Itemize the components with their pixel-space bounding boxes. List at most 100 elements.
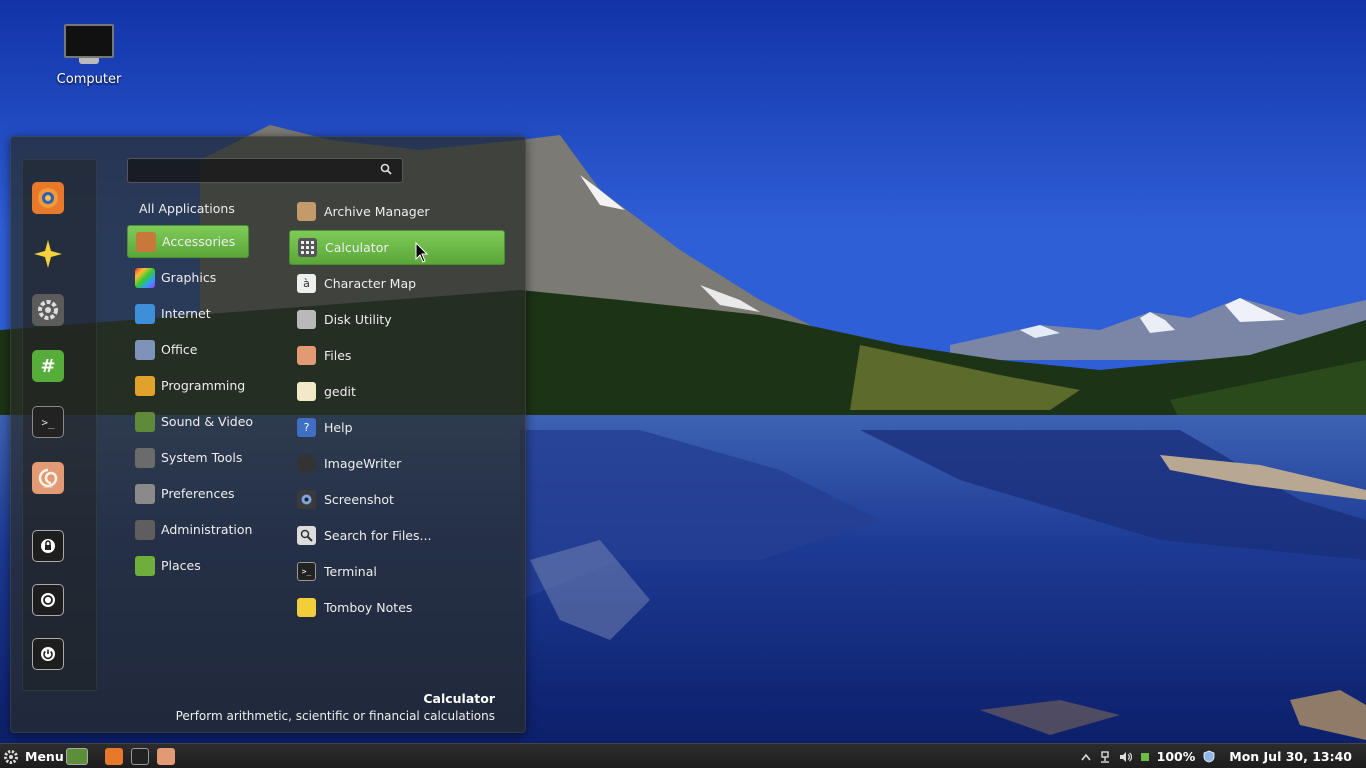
app-tomboy-notes[interactable]: Tomboy Notes bbox=[289, 590, 505, 625]
category-internet[interactable]: Internet bbox=[127, 297, 249, 330]
archive-icon bbox=[297, 202, 316, 221]
app-archive-manager[interactable]: Archive Manager bbox=[289, 194, 505, 229]
category-label: All Applications bbox=[139, 201, 235, 216]
category-graphics[interactable]: Graphics bbox=[127, 261, 249, 294]
app-files[interactable]: Files bbox=[289, 338, 505, 373]
hexchat-icon[interactable]: # bbox=[32, 350, 64, 382]
accessories-icon bbox=[136, 231, 156, 252]
logout-icon[interactable] bbox=[32, 584, 64, 616]
shield-icon[interactable] bbox=[1203, 750, 1215, 763]
firefox-icon[interactable] bbox=[105, 748, 123, 765]
graphics-icon bbox=[135, 267, 155, 288]
disk-utility-icon bbox=[297, 310, 316, 329]
menu-button[interactable]: Menu bbox=[3, 747, 64, 766]
chevron-up-icon[interactable] bbox=[1081, 753, 1091, 761]
category-places[interactable]: Places bbox=[127, 549, 249, 582]
office-icon bbox=[135, 339, 155, 360]
favorites-separator bbox=[43, 487, 53, 488]
imagewriter-icon bbox=[297, 454, 316, 473]
battery-icon[interactable] bbox=[1140, 752, 1149, 762]
star-icon[interactable] bbox=[32, 238, 64, 270]
volume-icon[interactable] bbox=[1119, 751, 1133, 763]
category-label: Office bbox=[161, 342, 198, 357]
clock[interactable]: Mon Jul 30, 13:40 bbox=[1229, 749, 1352, 764]
menu-label: Menu bbox=[25, 749, 64, 764]
tomboy-icon bbox=[297, 598, 316, 617]
search-icon bbox=[380, 163, 392, 175]
category-label: Sound & Video bbox=[161, 414, 254, 429]
battery-percentage: 100% bbox=[1156, 749, 1196, 764]
app-label: Archive Manager bbox=[324, 204, 430, 219]
category-sound-video[interactable]: Sound & Video bbox=[127, 405, 253, 438]
power-icon[interactable] bbox=[32, 638, 64, 670]
description-title: Calculator bbox=[423, 691, 495, 706]
app-label: Tomboy Notes bbox=[324, 600, 413, 615]
terminal-icon[interactable]: >_ bbox=[32, 406, 64, 438]
app-label: Terminal bbox=[324, 564, 377, 579]
app-label: Files bbox=[324, 348, 352, 363]
category-label: System Tools bbox=[161, 450, 243, 465]
app-calculator[interactable]: Calculator bbox=[289, 230, 505, 265]
category-label: Accessories bbox=[162, 234, 236, 249]
files-icon[interactable] bbox=[157, 748, 175, 765]
app-label: Help bbox=[324, 420, 353, 435]
app-disk-utility[interactable]: Disk Utility bbox=[289, 302, 505, 337]
help-icon: ? bbox=[297, 418, 316, 437]
internet-icon bbox=[135, 303, 155, 324]
app-label: Disk Utility bbox=[324, 312, 392, 327]
category-label: Administration bbox=[161, 522, 253, 537]
category-office[interactable]: Office bbox=[127, 333, 249, 366]
search-box[interactable] bbox=[127, 158, 403, 183]
app-search-for-files[interactable]: Search for Files... bbox=[289, 518, 505, 553]
search-input[interactable] bbox=[128, 159, 368, 182]
application-menu: # >_ All Applications Accessories Graphi… bbox=[10, 136, 526, 733]
files-icon[interactable] bbox=[32, 462, 64, 494]
app-help[interactable]: ? Help bbox=[289, 410, 505, 445]
system-tray: 100% Mon Jul 30, 13:40 bbox=[1081, 744, 1366, 768]
places-icon bbox=[135, 555, 155, 576]
description-text: Perform arithmetic, scientific or financ… bbox=[175, 709, 495, 723]
terminal-icon[interactable] bbox=[131, 748, 149, 765]
search-files-icon bbox=[297, 526, 316, 545]
category-label: Preferences bbox=[161, 486, 235, 501]
administration-icon bbox=[135, 519, 155, 540]
screenshot-icon bbox=[297, 490, 316, 509]
show-desktop-icon[interactable] bbox=[66, 748, 88, 765]
app-gedit[interactable]: gedit bbox=[289, 374, 505, 409]
preferences-icon bbox=[135, 483, 155, 504]
calculator-icon bbox=[298, 238, 317, 257]
app-screenshot[interactable]: Screenshot bbox=[289, 482, 505, 517]
category-label: Graphics bbox=[161, 270, 217, 285]
settings-icon[interactable] bbox=[32, 294, 64, 326]
app-label: Calculator bbox=[325, 240, 389, 255]
network-icon[interactable] bbox=[1099, 750, 1111, 763]
category-accessories[interactable]: Accessories bbox=[127, 225, 249, 258]
system-tools-icon bbox=[135, 447, 155, 468]
category-label: Internet bbox=[161, 306, 211, 321]
app-label: Search for Files... bbox=[324, 528, 432, 543]
app-label: gedit bbox=[324, 384, 356, 399]
desktop-icon-label: Computer bbox=[56, 72, 122, 87]
firefox-icon[interactable] bbox=[32, 182, 64, 214]
app-label: Screenshot bbox=[324, 492, 394, 507]
app-imagewriter[interactable]: ImageWriter bbox=[289, 446, 505, 481]
character-map-icon: à bbox=[297, 274, 316, 293]
desktop-icon-computer[interactable]: Computer bbox=[50, 22, 128, 87]
category-system-tools[interactable]: System Tools bbox=[127, 441, 249, 474]
category-label: Programming bbox=[161, 378, 246, 393]
app-terminal[interactable]: >_ Terminal bbox=[289, 554, 505, 589]
app-label: ImageWriter bbox=[324, 456, 402, 471]
category-preferences[interactable]: Preferences bbox=[127, 477, 249, 510]
app-character-map[interactable]: à Character Map bbox=[289, 266, 505, 301]
computer-icon bbox=[64, 24, 114, 58]
category-programming[interactable]: Programming bbox=[127, 369, 249, 402]
gedit-icon bbox=[297, 382, 316, 401]
taskbar: Menu 100% Mon Jul 30, 13:40 bbox=[0, 743, 1366, 768]
app-description: Calculator Perform arithmetic, scientifi… bbox=[176, 691, 495, 723]
category-administration[interactable]: Administration bbox=[127, 513, 253, 546]
files-icon bbox=[297, 346, 316, 365]
gear-icon bbox=[4, 749, 18, 764]
terminal-icon: >_ bbox=[297, 562, 316, 581]
lock-icon[interactable] bbox=[32, 530, 64, 562]
category-all-applications[interactable]: All Applications bbox=[127, 192, 249, 225]
